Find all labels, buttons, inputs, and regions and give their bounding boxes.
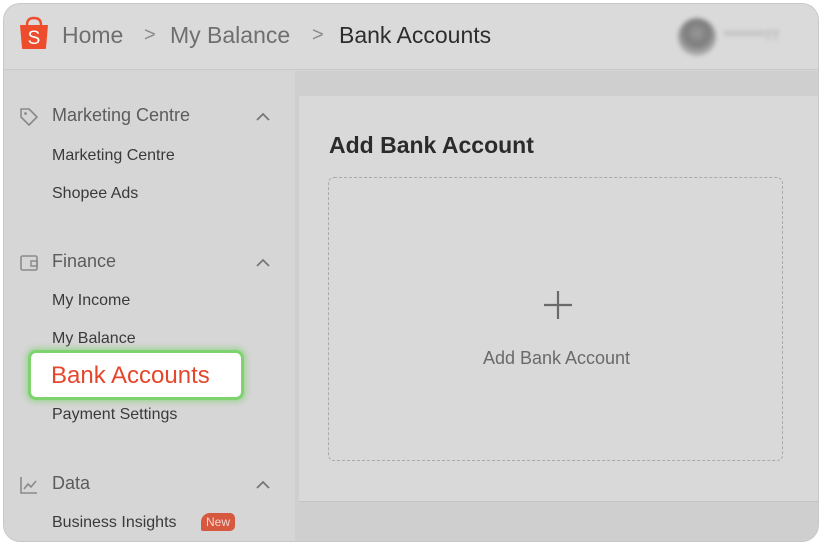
sidebar-section-finance[interactable]: Finance [4, 248, 295, 278]
chevron-up-icon[interactable] [254, 108, 272, 126]
top-header: S Home > My Balance > Bank Accounts ****… [4, 4, 818, 70]
breadcrumb-home[interactable]: Home [62, 22, 123, 49]
page-title: Add Bank Account [329, 132, 534, 158]
section-title: Marketing Centre [52, 105, 191, 125]
sidebar-section-data[interactable]: Data [4, 470, 295, 500]
sidebar: Marketing Centre Marketing Centre Shopee… [4, 71, 295, 541]
sidebar-item-bank-accounts[interactable]: Bank Accounts [28, 350, 244, 400]
shopee-logo-icon[interactable]: S [18, 16, 50, 50]
sidebar-item-shopee-ads[interactable]: Shopee Ads [52, 185, 138, 203]
section-title: Finance [52, 251, 117, 271]
sidebar-section-marketing-centre[interactable]: Marketing Centre [4, 102, 295, 132]
logo-letter: S [28, 28, 41, 49]
app-window: S Home > My Balance > Bank Accounts ****… [4, 4, 818, 541]
chevron-up-icon[interactable] [254, 476, 272, 494]
breadcrumb-separator: > [144, 24, 156, 46]
tag-icon [20, 108, 38, 126]
breadcrumb-my-balance[interactable]: My Balance [170, 22, 290, 49]
sidebar-item-marketing-centre[interactable]: Marketing Centre [52, 147, 175, 165]
section-title: Data [52, 473, 91, 493]
breadcrumb-bank-accounts: Bank Accounts [339, 22, 492, 48]
avatar[interactable] [678, 18, 716, 56]
sidebar-item-my-income[interactable]: My Income [52, 292, 130, 310]
sidebar-item-my-balance[interactable]: My Balance [52, 330, 136, 348]
user-name[interactable]: ********77 [724, 28, 779, 43]
breadcrumb-separator: > [312, 24, 324, 46]
sidebar-item-label: Bank Accounts [51, 362, 210, 389]
sidebar-item-payment-settings[interactable]: Payment Settings [52, 406, 177, 424]
wallet-icon [20, 255, 38, 271]
chart-icon [20, 477, 37, 494]
add-bank-account-button[interactable]: Add Bank Account [328, 177, 783, 461]
sidebar-item-business-insights[interactable]: Business Insights [52, 514, 177, 532]
chevron-up-icon[interactable] [254, 254, 272, 272]
plus-icon [544, 291, 572, 319]
new-badge: New [201, 513, 236, 531]
add-bank-account-label: Add Bank Account [482, 348, 631, 368]
